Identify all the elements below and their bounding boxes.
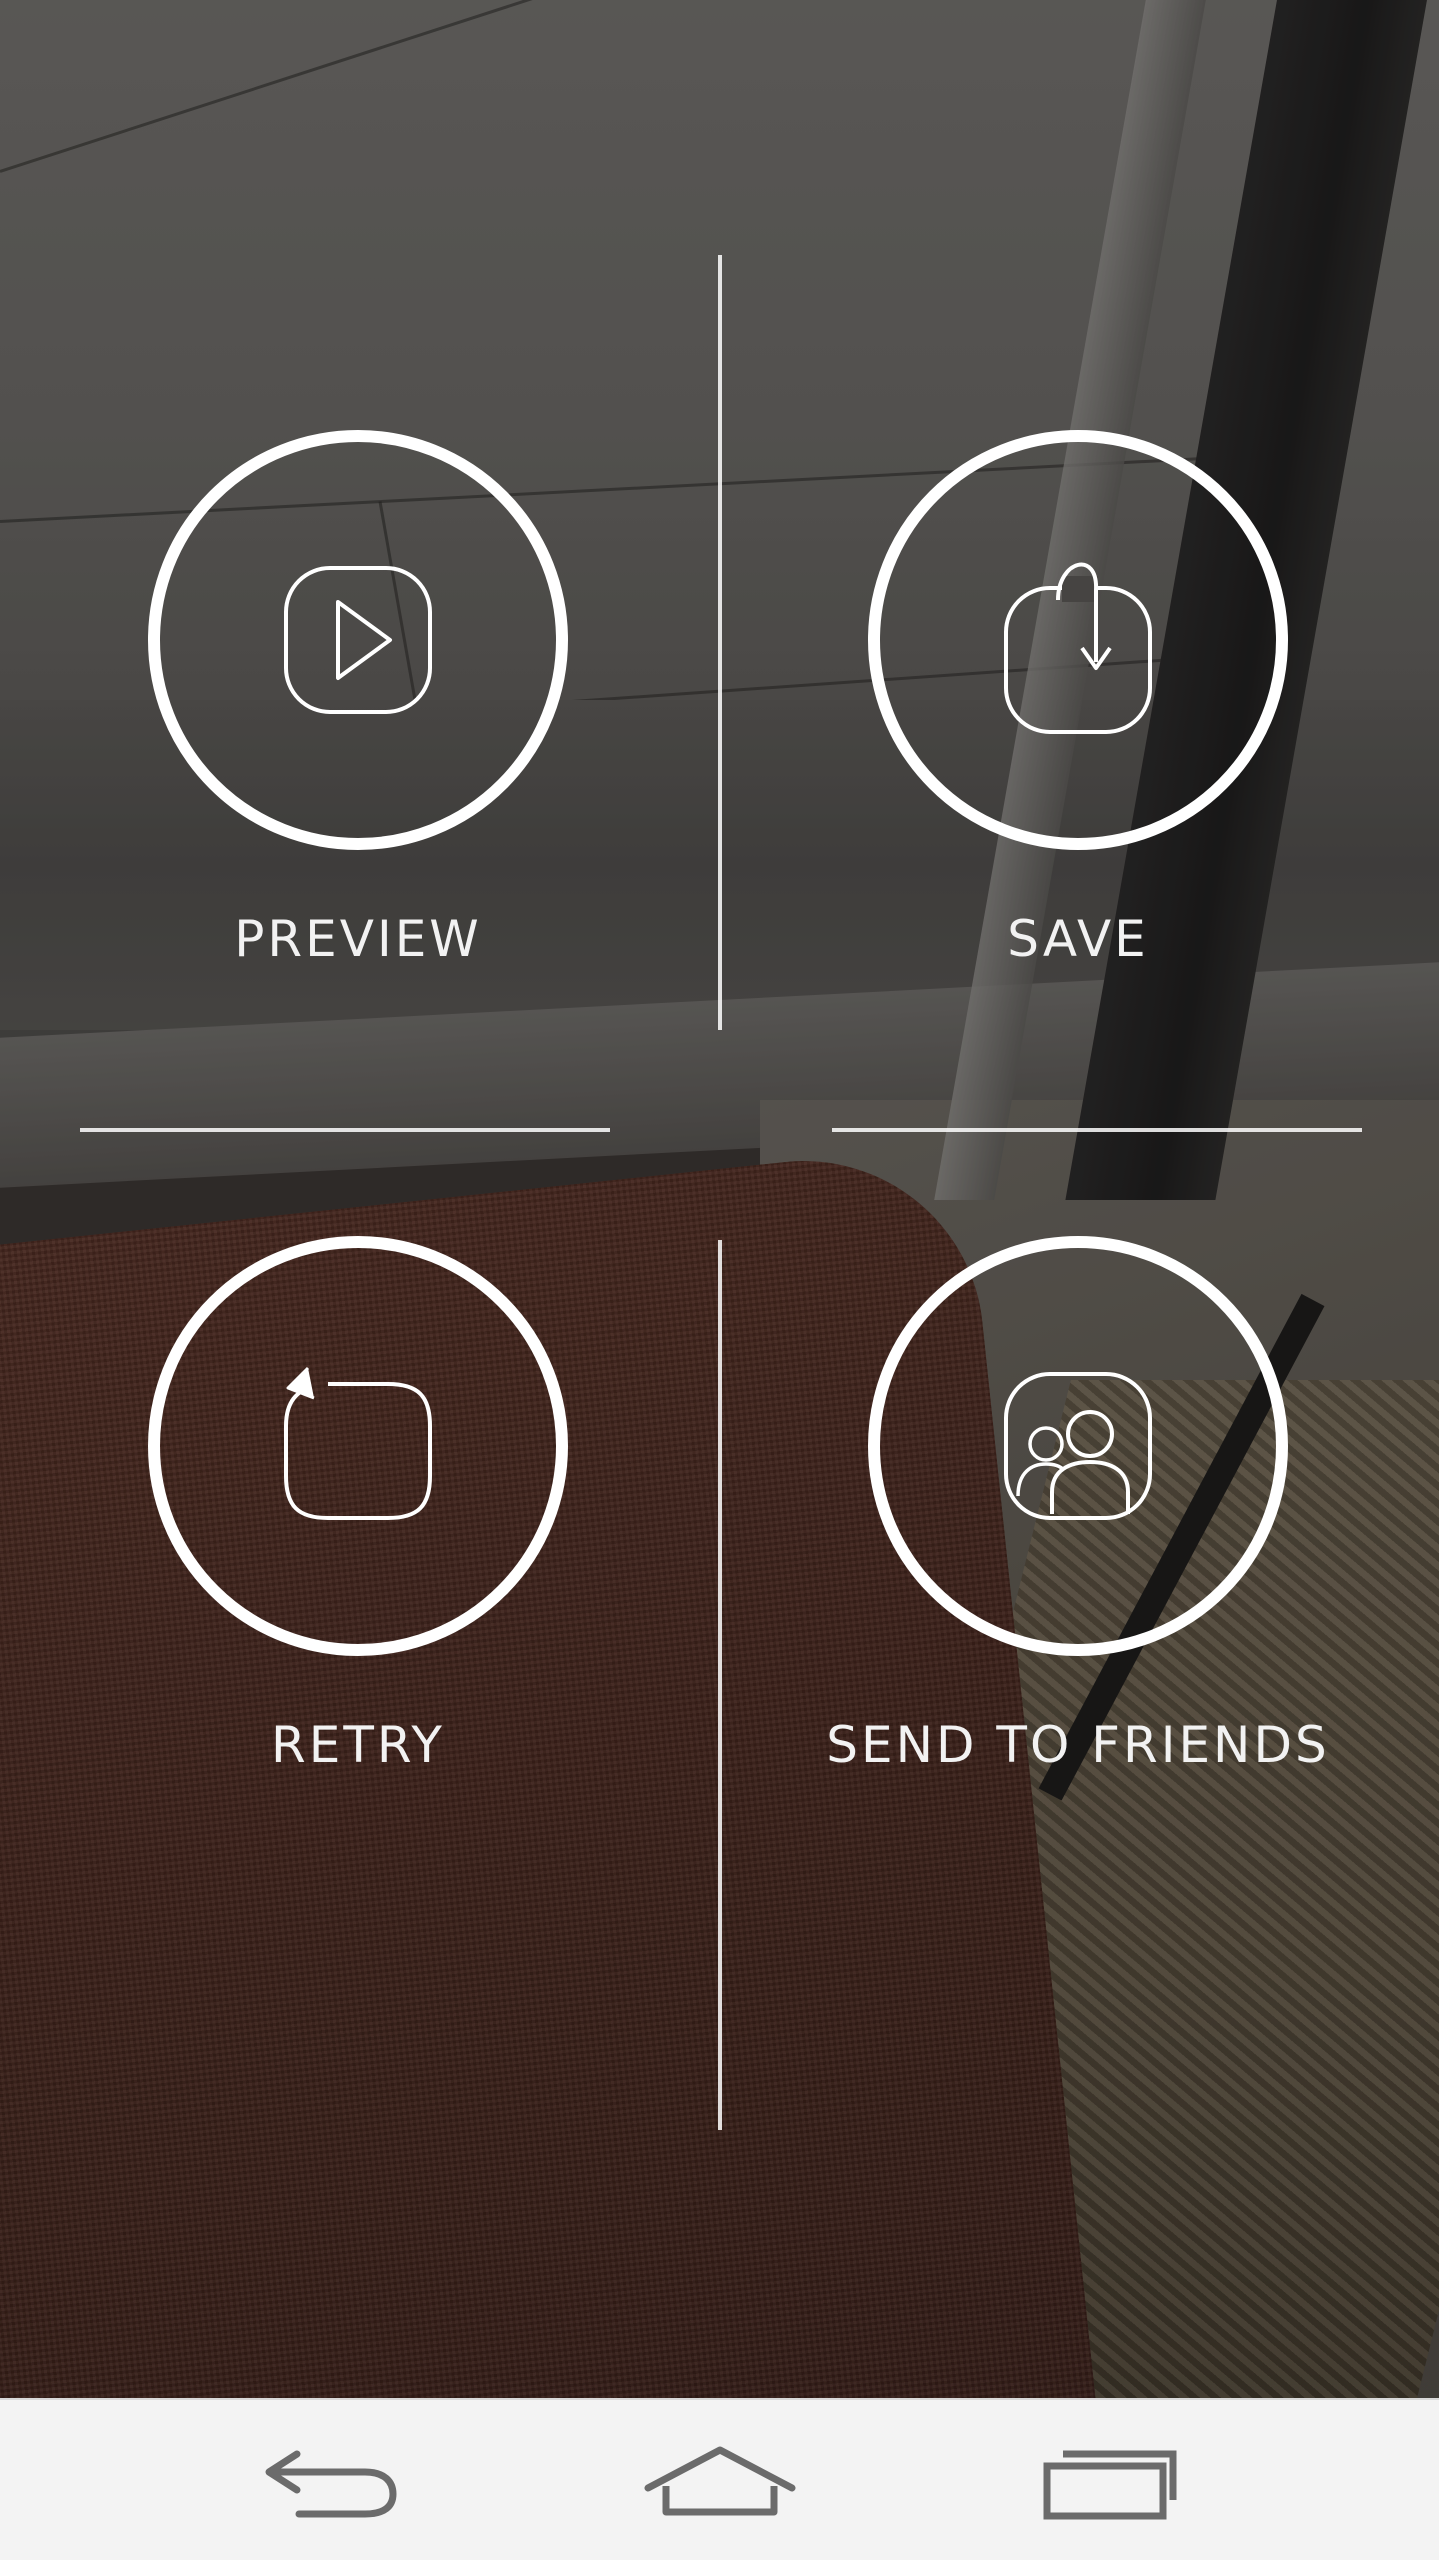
back-icon [265,2450,397,2518]
divider-horizontal-left [80,1128,610,1132]
home-button[interactable] [620,2400,820,2560]
divider-vertical-top [718,255,722,1030]
preview-button[interactable]: PREVIEW [78,430,638,990]
friends-icon [868,1236,1288,1656]
navigation-bar [0,2398,1439,2560]
home-icon [644,2446,796,2516]
retry-label: RETRY [271,1716,445,1774]
play-icon [148,430,568,850]
recent-apps-button[interactable] [1006,2400,1206,2560]
send-label: SEND TO FRIENDS [826,1716,1330,1774]
preview-label: PREVIEW [234,910,482,968]
retry-button[interactable]: RETRY [78,1236,638,1796]
save-button[interactable]: SAVE [798,430,1358,990]
recent-apps-icon [1043,2450,1177,2520]
divider-vertical-bottom [718,1240,722,2130]
save-download-icon [868,430,1288,850]
send-to-friends-button[interactable]: SEND TO FRIENDS [798,1236,1358,1796]
divider-horizontal-right [832,1128,1362,1132]
retry-icon [148,1236,568,1656]
save-label: SAVE [1007,910,1149,968]
back-button[interactable] [230,2400,430,2560]
